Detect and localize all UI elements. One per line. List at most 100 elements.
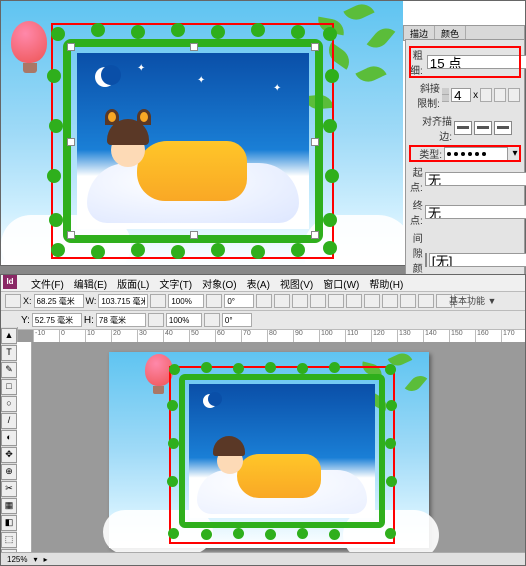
scale-y-input[interactable] bbox=[166, 313, 202, 327]
view-mode-tool[interactable]: ⬚ bbox=[1, 532, 17, 548]
start-dropdown[interactable] bbox=[425, 172, 526, 186]
miter-stepper[interactable] bbox=[442, 88, 449, 102]
green-stroke-frame[interactable] bbox=[63, 39, 323, 243]
angle-input[interactable] bbox=[224, 294, 254, 308]
selection-handle[interactable] bbox=[311, 231, 319, 239]
top-screenshot: 描边 颜色 粗细: ▾ 斜接限制: x 对齐描边: 类型: bbox=[0, 0, 526, 266]
indesign-window: Id 文件(F) 编辑(E) 版面(L) 文字(T) 对象(O) 表(A) 视图… bbox=[0, 274, 526, 566]
basket bbox=[153, 386, 164, 394]
menu-view[interactable]: 视图(V) bbox=[280, 276, 313, 291]
start-row: 起点: ▾ bbox=[410, 164, 520, 194]
type-tool[interactable]: T bbox=[1, 345, 17, 361]
eyedropper-tool[interactable]: ⊕ bbox=[1, 464, 17, 480]
workspace-switcher[interactable]: 基本功能 ▼ bbox=[449, 293, 509, 307]
stroke-swatch[interactable] bbox=[310, 294, 326, 308]
menubar: Id 文件(F) 编辑(E) 版面(L) 文字(T) 对象(O) 表(A) 视图… bbox=[1, 275, 525, 292]
tab-color[interactable]: 颜色 bbox=[435, 26, 466, 40]
gradient-tool[interactable]: ◐ bbox=[1, 430, 17, 446]
selection-handle[interactable] bbox=[67, 231, 75, 239]
w-input[interactable] bbox=[98, 294, 148, 308]
y-input[interactable] bbox=[32, 313, 82, 327]
menu-file[interactable]: 文件(F) bbox=[31, 276, 64, 291]
toolbox: ▲ T ✎ □ ○ / ◐ ✥ ⊕ ✂ ▦ ◧ ⬚ Q bbox=[1, 327, 18, 553]
shear-icon[interactable] bbox=[204, 313, 220, 327]
tab-stroke[interactable]: 描边 bbox=[404, 26, 435, 40]
line-tool[interactable]: / bbox=[1, 413, 17, 429]
miter-suffix: x bbox=[473, 90, 478, 101]
x-input[interactable] bbox=[34, 294, 84, 308]
wrap-icon[interactable] bbox=[364, 294, 380, 308]
dotted-stroke-dots bbox=[53, 29, 333, 253]
hot-air-balloon-graphic bbox=[11, 21, 47, 63]
align-inside-icon[interactable] bbox=[474, 121, 492, 135]
pasteboard[interactable] bbox=[33, 342, 525, 553]
type-label: 类型: bbox=[410, 146, 442, 161]
menu-object[interactable]: 对象(O) bbox=[202, 276, 236, 291]
align-icon[interactable] bbox=[418, 294, 434, 308]
end-dropdown[interactable] bbox=[425, 205, 526, 219]
menu-window[interactable]: 窗口(W) bbox=[323, 276, 359, 291]
control-bar: X: W: bbox=[1, 292, 525, 311]
selection-handle[interactable] bbox=[311, 138, 319, 146]
fx-icon[interactable] bbox=[328, 294, 344, 308]
scale-x-input[interactable] bbox=[168, 294, 204, 308]
type-dropdown-icon[interactable]: ▾ bbox=[510, 148, 520, 159]
menu-edit[interactable]: 编辑(E) bbox=[74, 276, 107, 291]
selection-handle[interactable] bbox=[190, 43, 198, 51]
status-bar: 125% ▾ ▸ bbox=[1, 552, 525, 565]
selection-handle[interactable] bbox=[311, 43, 319, 51]
page-nav[interactable]: ▸ bbox=[43, 555, 47, 564]
type-dropdown[interactable] bbox=[444, 147, 508, 161]
join-round-icon[interactable] bbox=[494, 88, 506, 102]
align-outside-icon[interactable] bbox=[494, 121, 512, 135]
app-badge: Id bbox=[3, 275, 17, 289]
gap-color-swatch[interactable] bbox=[425, 253, 427, 267]
green-frame[interactable] bbox=[179, 374, 385, 528]
menu-help[interactable]: 帮助(H) bbox=[369, 276, 403, 291]
wrap-icon[interactable] bbox=[346, 294, 362, 308]
selection-handle[interactable] bbox=[67, 43, 75, 51]
shear-input[interactable] bbox=[222, 313, 252, 327]
join-miter-icon[interactable] bbox=[480, 88, 492, 102]
align-center-icon[interactable] bbox=[454, 121, 472, 135]
fill-stroke-tool[interactable]: ◧ bbox=[1, 515, 17, 531]
ellipse-tool[interactable]: ○ bbox=[1, 396, 17, 412]
start-label: 起点: bbox=[410, 164, 423, 194]
flip-v-icon[interactable] bbox=[274, 294, 290, 308]
gap-color-dropdown[interactable] bbox=[429, 253, 526, 267]
vertical-ruler bbox=[17, 342, 32, 553]
corner-icon[interactable] bbox=[400, 294, 416, 308]
menu-table[interactable]: 表(A) bbox=[247, 276, 270, 291]
balloon-basket bbox=[23, 63, 37, 73]
pen-tool[interactable]: ✎ bbox=[1, 362, 17, 378]
menu-type[interactable]: 文字(T) bbox=[159, 276, 192, 291]
menu-layout[interactable]: 版面(L) bbox=[117, 276, 149, 291]
align-label: 对齐描边: bbox=[410, 113, 452, 143]
miter-label: 斜接限制: bbox=[410, 80, 440, 110]
selection-handle[interactable] bbox=[190, 231, 198, 239]
rotate-icon[interactable] bbox=[206, 294, 222, 308]
zoom-level[interactable]: 125% bbox=[7, 555, 27, 564]
page[interactable] bbox=[109, 352, 429, 548]
miter-input[interactable] bbox=[451, 88, 471, 102]
scissors-tool[interactable]: ✂ bbox=[1, 481, 17, 497]
h-input[interactable] bbox=[96, 313, 146, 327]
link-scale-icon[interactable] bbox=[148, 313, 164, 327]
weight-input[interactable] bbox=[427, 55, 526, 69]
selection-handle[interactable] bbox=[67, 138, 75, 146]
end-row: 终点: ▾ bbox=[410, 197, 520, 227]
link-wh-icon[interactable] bbox=[150, 294, 166, 308]
free-transform-tool[interactable]: ✥ bbox=[1, 447, 17, 463]
wrap-icon[interactable] bbox=[382, 294, 398, 308]
join-bevel-icon[interactable] bbox=[508, 88, 520, 102]
ref-point-icon[interactable] bbox=[5, 294, 21, 308]
hand-tool[interactable]: ▦ bbox=[1, 498, 17, 514]
stroke-type-row[interactable]: 类型: ▾ bbox=[410, 146, 520, 161]
fill-swatch[interactable] bbox=[292, 294, 308, 308]
selection-tool[interactable]: ▲ bbox=[1, 328, 17, 344]
end-label: 终点: bbox=[410, 197, 423, 227]
rectangle-tool[interactable]: □ bbox=[1, 379, 17, 395]
canvas-area bbox=[1, 1, 403, 265]
weight-row: 粗细: ▾ bbox=[410, 47, 520, 77]
flip-h-icon[interactable] bbox=[256, 294, 272, 308]
